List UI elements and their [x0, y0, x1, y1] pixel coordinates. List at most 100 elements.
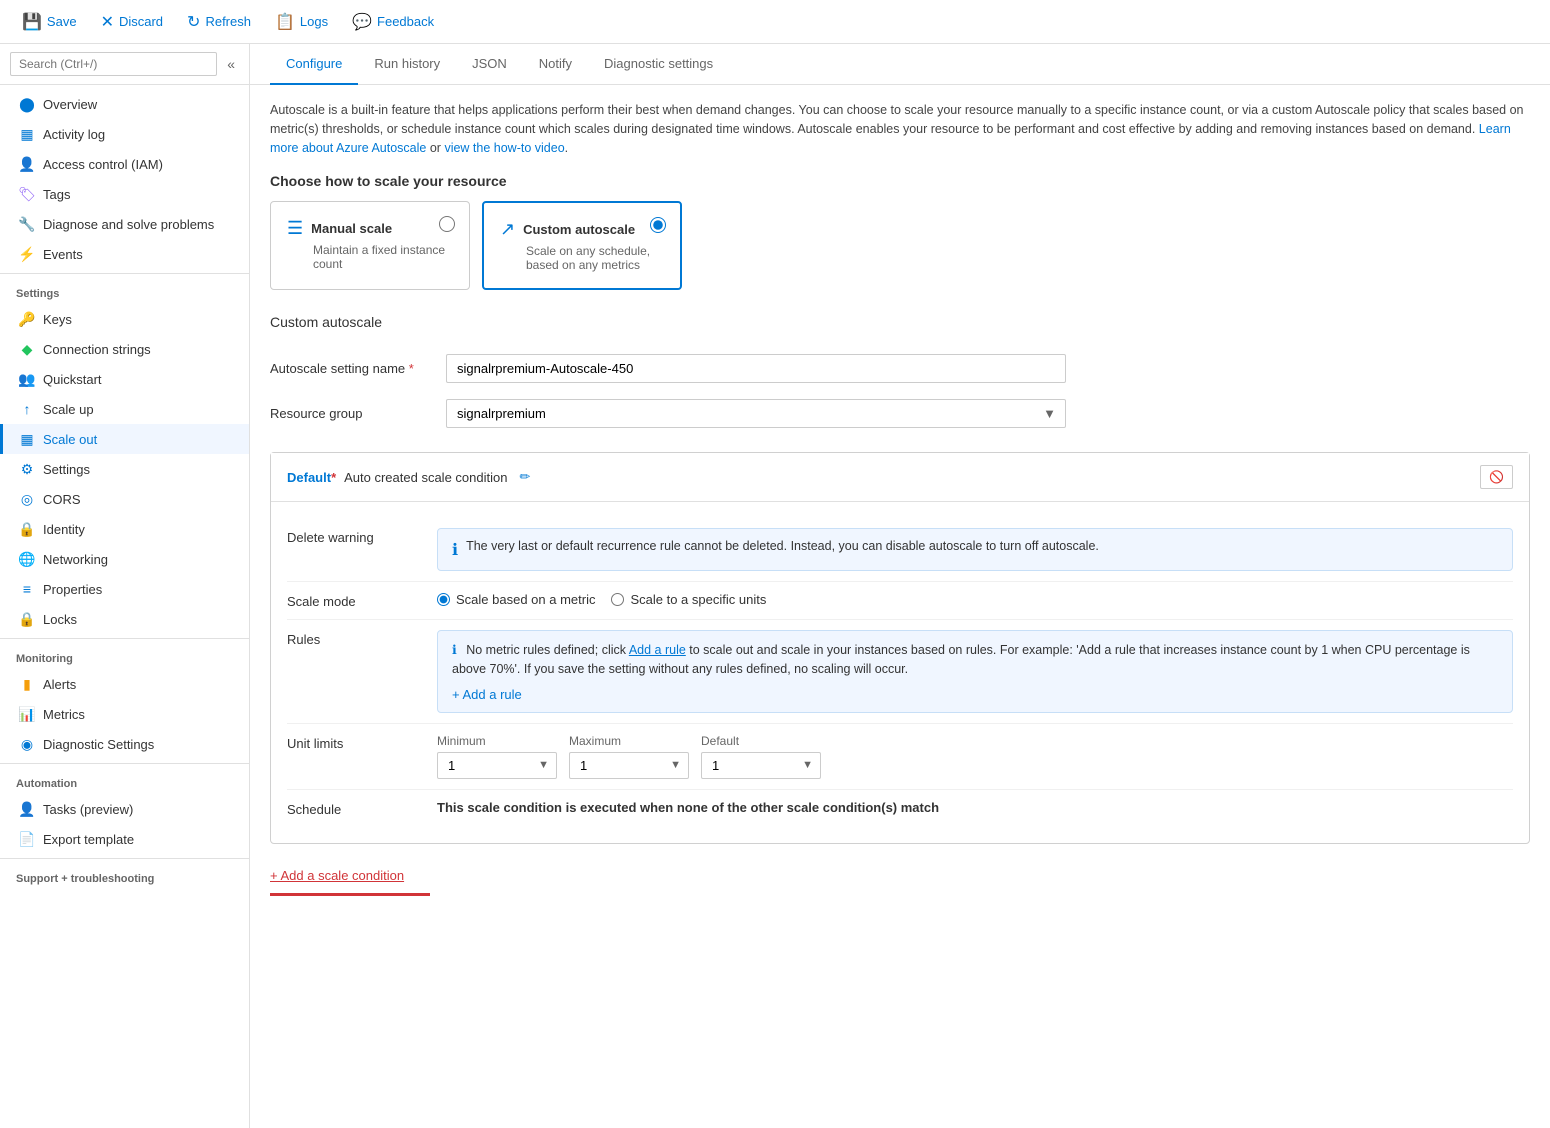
tab-configure[interactable]: Configure	[270, 44, 358, 85]
default-badge: Default*	[287, 470, 336, 485]
tab-bar: Configure Run history JSON Notify Diagno…	[250, 44, 1550, 85]
sidebar-item-cors[interactable]: ◎ CORS	[0, 484, 249, 514]
delete-condition-button[interactable]: 🚫	[1480, 465, 1513, 489]
custom-autoscale-card[interactable]: ↗ Custom autoscale Scale on any schedule…	[482, 201, 682, 290]
add-rule-link[interactable]: + Add a rule	[452, 687, 1498, 702]
sidebar-item-label: Locks	[43, 612, 77, 627]
edit-condition-icon[interactable]: ✏	[519, 469, 530, 485]
feedback-icon: 💬	[352, 12, 372, 32]
diagnostic-settings-icon: ◉	[19, 736, 35, 752]
condition-title: Default* Auto created scale condition ✏	[287, 469, 530, 485]
minimum-select[interactable]: 1	[437, 752, 557, 779]
sidebar-item-settings[interactable]: ⚙ Settings	[0, 454, 249, 484]
monitoring-divider	[0, 638, 249, 639]
sidebar-item-events[interactable]: ⚡ Events	[0, 239, 249, 269]
sidebar-item-identity[interactable]: 🔒 Identity	[0, 514, 249, 544]
sidebar-item-overview[interactable]: ⬤ Overview	[0, 89, 249, 119]
tab-notify[interactable]: Notify	[523, 44, 588, 85]
tab-diagnostic-settings[interactable]: Diagnostic settings	[588, 44, 729, 85]
support-section-title: Support + troubleshooting	[0, 863, 249, 889]
condition-section: Default* Auto created scale condition ✏ …	[270, 452, 1530, 844]
discard-label: Discard	[119, 14, 163, 29]
custom-autoscale-radio[interactable]	[650, 217, 666, 233]
sidebar-item-label: Scale up	[43, 402, 94, 417]
tab-run-history[interactable]: Run history	[358, 44, 456, 85]
search-input[interactable]	[10, 52, 217, 76]
sidebar-item-networking[interactable]: 🌐 Networking	[0, 544, 249, 574]
sidebar-item-alerts[interactable]: ▮ Alerts	[0, 669, 249, 699]
feedback-button[interactable]: 💬 Feedback	[342, 8, 444, 36]
diagnose-icon: 🔧	[19, 216, 35, 232]
sidebar-item-label: Settings	[43, 462, 90, 477]
sidebar-item-label: Tags	[43, 187, 70, 202]
support-divider	[0, 858, 249, 859]
settings-section-title: Settings	[0, 278, 249, 304]
sidebar-item-tags[interactable]: 🏷 Tags	[0, 179, 249, 209]
autoscale-name-row: Autoscale setting name *	[270, 346, 1530, 391]
autoscale-name-input[interactable]	[446, 354, 1066, 383]
add-condition-underline-bar	[270, 893, 430, 896]
maximum-select[interactable]: 1	[569, 752, 689, 779]
default-select[interactable]: 1	[701, 752, 821, 779]
connection-strings-icon: ◆	[19, 341, 35, 357]
sidebar-item-label: Events	[43, 247, 83, 262]
view-how-to-link[interactable]: view the how-to video	[444, 141, 564, 155]
sidebar-item-scale-up[interactable]: ↑ Scale up	[0, 394, 249, 424]
content-area: Configure Run history JSON Notify Diagno…	[250, 44, 1550, 1128]
logs-button[interactable]: 📋 Logs	[265, 8, 338, 36]
sidebar-item-access-control[interactable]: 👤 Access control (IAM)	[0, 149, 249, 179]
maximum-select-wrapper: 1 ▼	[569, 752, 689, 779]
add-a-rule-link[interactable]: Add a rule	[629, 643, 686, 657]
schedule-label: Schedule	[287, 800, 417, 817]
custom-autoscale-title: Custom autoscale	[523, 222, 635, 237]
condition-name: Auto created scale condition	[344, 470, 507, 485]
custom-autoscale-icon: ↗	[500, 219, 515, 240]
sidebar-item-label: Keys	[43, 312, 72, 327]
collapse-button[interactable]: «	[223, 52, 239, 76]
scale-mode-radio-group: Scale based on a metric Scale to a speci…	[437, 592, 1513, 607]
sidebar-item-properties[interactable]: ≡ Properties	[0, 574, 249, 604]
sidebar-item-activity-log[interactable]: ▦ Activity log	[0, 119, 249, 149]
scale-mode-row: Scale mode Scale based on a metric Scale…	[287, 582, 1513, 620]
sidebar-item-label: Quickstart	[43, 372, 102, 387]
sidebar-item-label: Alerts	[43, 677, 76, 692]
condition-body: Delete warning ℹ The very last or defaul…	[271, 502, 1529, 843]
sidebar-item-connection-strings[interactable]: ◆ Connection strings	[0, 334, 249, 364]
unit-limits-group: Minimum 1 ▼ Maximum	[437, 734, 1513, 779]
scale-metric-option[interactable]: Scale based on a metric	[437, 592, 595, 607]
sidebar-item-diagnostic-settings[interactable]: ◉ Diagnostic Settings	[0, 729, 249, 759]
manual-scale-icon: ☰	[287, 218, 303, 239]
sidebar-item-keys[interactable]: 🔑 Keys	[0, 304, 249, 334]
save-button[interactable]: 💾 Save	[12, 8, 87, 36]
refresh-button[interactable]: ↻ Refresh	[177, 8, 261, 36]
discard-button[interactable]: ✕ Discard	[91, 8, 173, 36]
manual-scale-radio[interactable]	[439, 216, 455, 232]
manual-scale-card[interactable]: ☰ Manual scale Maintain a fixed instance…	[270, 201, 470, 290]
intro-text: Autoscale is a built-in feature that hel…	[270, 101, 1530, 157]
sidebar-item-locks[interactable]: 🔒 Locks	[0, 604, 249, 634]
sidebar-item-metrics[interactable]: 📊 Metrics	[0, 699, 249, 729]
manual-scale-desc: Maintain a fixed instance count	[287, 243, 453, 271]
sidebar-item-export-template[interactable]: 📄 Export template	[0, 824, 249, 854]
resource-group-select[interactable]: signalrpremium	[446, 399, 1066, 428]
add-scale-condition-button[interactable]: + Add a scale condition	[270, 860, 404, 891]
minimum-group: Minimum 1 ▼	[437, 734, 557, 779]
sidebar-item-scale-out[interactable]: ▦ Scale out	[0, 424, 249, 454]
sidebar-item-quickstart[interactable]: 👥 Quickstart	[0, 364, 249, 394]
tab-json[interactable]: JSON	[456, 44, 523, 85]
search-box: «	[0, 44, 249, 85]
sidebar-item-diagnose[interactable]: 🔧 Diagnose and solve problems	[0, 209, 249, 239]
default-limit-label: Default	[701, 734, 821, 748]
sidebar-item-tasks[interactable]: 👤 Tasks (preview)	[0, 794, 249, 824]
cors-icon: ◎	[19, 491, 35, 507]
custom-autoscale-radio-wrapper[interactable]	[650, 217, 666, 236]
save-label: Save	[47, 14, 77, 29]
scale-units-radio[interactable]	[611, 593, 624, 606]
manual-scale-radio-wrapper[interactable]	[439, 216, 455, 235]
toolbar: 💾 Save ✕ Discard ↻ Refresh 📋 Logs 💬 Feed…	[0, 0, 1550, 44]
scale-units-option[interactable]: Scale to a specific units	[611, 592, 766, 607]
access-control-icon: 👤	[19, 156, 35, 172]
scale-up-icon: ↑	[19, 401, 35, 417]
export-template-icon: 📄	[19, 831, 35, 847]
scale-metric-radio[interactable]	[437, 593, 450, 606]
